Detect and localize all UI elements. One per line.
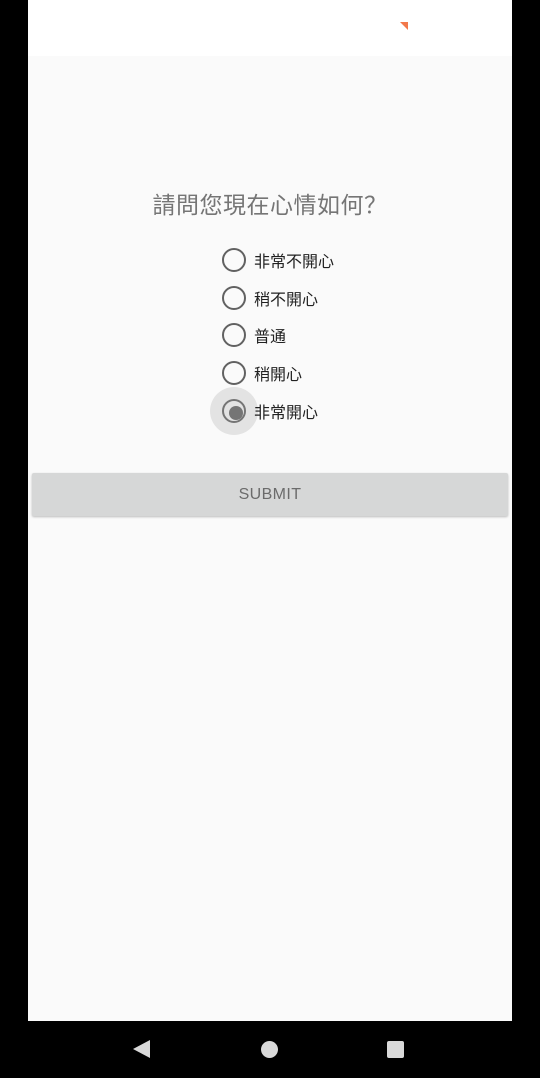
radio-option-very-happy[interactable]: 非常開心	[210, 386, 421, 435]
radio-unchecked-icon	[222, 360, 246, 385]
app-bar	[28, 0, 512, 56]
radio-option-very-unhappy[interactable]: 非常不開心	[221, 241, 421, 279]
submit-button[interactable]: SUBMIT	[32, 473, 508, 516]
app-screen: 請問您現在心情如何？ 非常不開心 稍不開心 普通 稍開心 非常開心 SUBMIT	[28, 0, 512, 1021]
radio-option-slightly-unhappy[interactable]: 稍不開心	[221, 279, 421, 317]
radio-unchecked-icon	[222, 285, 246, 310]
radio-checked-icon	[222, 398, 246, 423]
radio-button[interactable]	[222, 247, 246, 272]
radio-button[interactable]	[222, 323, 246, 348]
radio-unchecked-icon	[222, 323, 246, 348]
radio-button[interactable]	[222, 360, 246, 385]
corner-marker-icon	[400, 22, 408, 30]
radio-label: 稍開心	[254, 364, 303, 384]
circle-home-icon[interactable]	[261, 1041, 278, 1058]
mood-radio-group: 非常不開心 稍不開心 普通 稍開心 非常開心	[210, 241, 421, 435]
radio-label: 非常開心	[254, 402, 319, 422]
radio-button[interactable]	[210, 386, 258, 435]
question-title: 請問您現在心情如何？	[152, 193, 388, 219]
radio-checked-dot	[229, 405, 243, 420]
square-recents-icon[interactable]	[387, 1041, 404, 1058]
system-nav-bar	[0, 1021, 540, 1078]
radio-label: 非常不開心	[254, 251, 335, 271]
radio-unchecked-icon	[222, 247, 246, 272]
radio-label: 稍不開心	[254, 289, 319, 309]
radio-option-slightly-happy[interactable]: 稍開心	[221, 354, 421, 392]
triangle-back-icon[interactable]	[133, 1040, 150, 1058]
radio-button[interactable]	[222, 285, 246, 310]
radio-label: 普通	[254, 327, 287, 347]
radio-option-neutral[interactable]: 普通	[221, 316, 421, 354]
